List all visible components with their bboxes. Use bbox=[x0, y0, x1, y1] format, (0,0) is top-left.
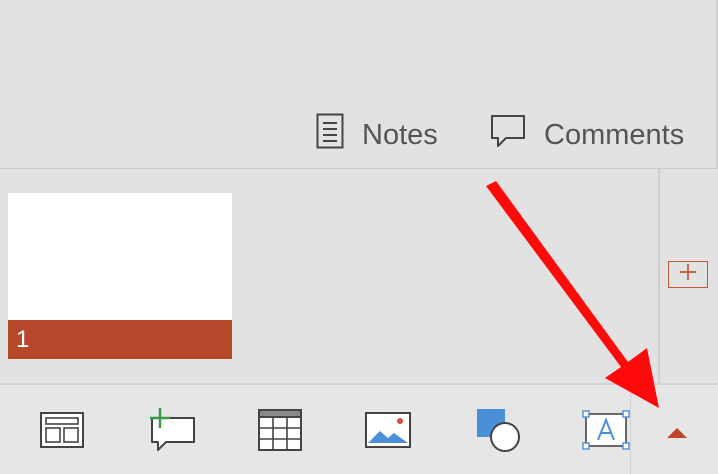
add-slide-button[interactable] bbox=[668, 261, 708, 288]
shapes-button[interactable] bbox=[470, 407, 526, 457]
slide-thumbnail[interactable]: 1 bbox=[8, 193, 232, 359]
layout-button[interactable] bbox=[34, 407, 90, 457]
notes-icon bbox=[316, 113, 344, 157]
slide-number: 1 bbox=[16, 325, 30, 353]
table-icon bbox=[257, 408, 303, 457]
bottom-toolbar bbox=[0, 385, 718, 474]
expand-toolbar-button[interactable] bbox=[662, 420, 692, 450]
toolbar-separator bbox=[630, 385, 631, 474]
picture-icon bbox=[364, 411, 412, 454]
notes-label: Notes bbox=[362, 118, 438, 151]
layout-icon bbox=[39, 411, 85, 454]
comments-button[interactable]: Comments bbox=[490, 112, 684, 158]
new-comment-button[interactable] bbox=[142, 407, 198, 457]
shapes-icon bbox=[473, 407, 523, 458]
plus-icon bbox=[678, 262, 698, 287]
slide-number-bar: 1 bbox=[8, 320, 232, 359]
notes-button[interactable]: Notes bbox=[316, 112, 438, 158]
picture-button[interactable] bbox=[360, 407, 416, 457]
text-box-icon bbox=[581, 409, 631, 456]
triangle-up-icon bbox=[666, 426, 688, 444]
table-button[interactable] bbox=[252, 407, 308, 457]
comment-icon bbox=[490, 114, 526, 156]
comments-label: Comments bbox=[544, 118, 685, 151]
new-comment-icon bbox=[144, 406, 196, 459]
top-area: Notes Comments bbox=[0, 0, 718, 168]
text-box-button[interactable] bbox=[578, 407, 634, 457]
